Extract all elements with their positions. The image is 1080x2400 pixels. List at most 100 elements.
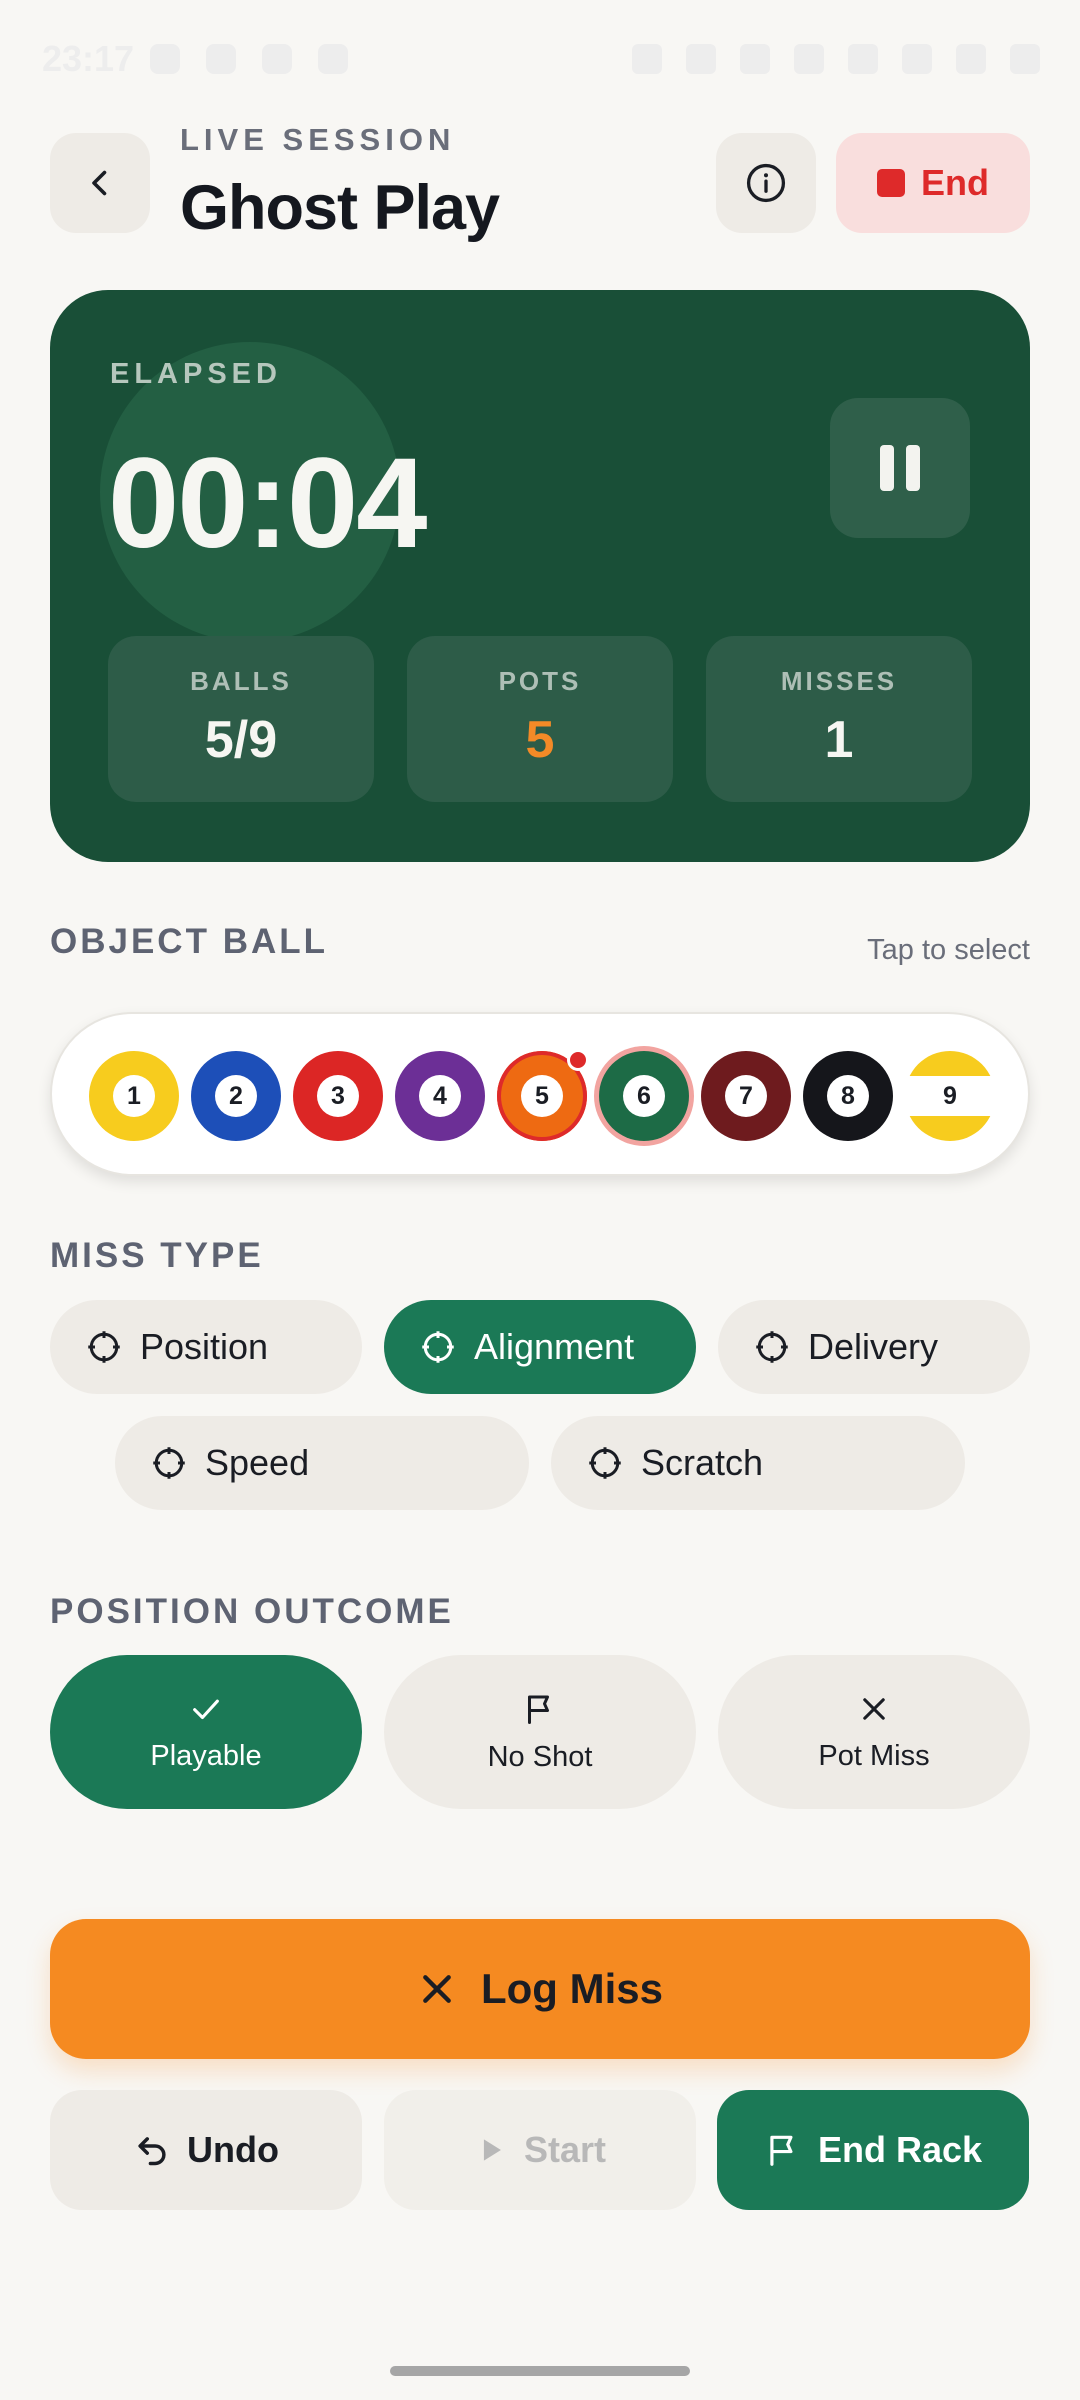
stat-label: MISSES [780,666,898,696]
shield-icon [206,44,236,74]
bluetooth-icon [794,44,824,74]
nfc-icon [686,44,716,74]
crosshair-icon [422,1331,454,1363]
ball-number: 1 [113,1075,155,1117]
ball-number: 6 [623,1075,665,1117]
ball-number: 4 [419,1075,461,1117]
status-time: 23:17 [42,38,135,79]
chip-label: Alignment [474,1326,635,1367]
info-button[interactable] [716,133,816,233]
outcome-label: No Shot [487,1740,593,1773]
end-session-button[interactable]: End [836,133,1030,233]
phone-icon [262,44,292,74]
outcome-label: Playable [150,1739,262,1772]
outcome-playable[interactable]: Playable [50,1655,362,1809]
play-icon [483,2139,501,2161]
crosshair-icon [589,1447,621,1479]
position-outcome-title: POSITION OUTCOME [50,1592,454,1631]
stat-misses: MISSES 1 [706,636,972,802]
mail-icon [318,44,348,74]
elapsed-label: ELAPSED [110,358,282,390]
stop-icon [877,169,905,197]
stat-label: POTS [498,666,582,696]
chip-position[interactable]: Position [50,1300,362,1394]
undo-button[interactable]: Undo [50,2090,362,2210]
crosshair-icon [756,1331,788,1363]
end-rack-label: End Rack [817,2129,983,2170]
miss-type-title: MISS TYPE [50,1236,264,1275]
signal-icon [956,44,986,74]
session-eyebrow: LIVE SESSION [180,122,456,157]
ball-6[interactable]: 6 [599,1051,689,1141]
log-miss-button[interactable]: Log Miss [50,1919,1030,2059]
chip-label: Position [140,1326,269,1367]
stat-value: 5 [525,711,555,769]
info-icon [746,163,786,203]
chevron-left-icon [92,170,107,196]
ball-2[interactable]: 2 [191,1051,281,1141]
wifi-icon [902,44,932,74]
ball-8[interactable]: 8 [803,1051,893,1141]
check-icon [193,1699,219,1719]
status-bar: 23:17 [0,0,1080,120]
ball-number: 3 [317,1075,359,1117]
chip-label: Delivery [808,1326,939,1367]
back-button[interactable] [50,133,150,233]
stat-value: 5/9 [204,711,278,769]
ball-3[interactable]: 3 [293,1051,383,1141]
elapsed-time: 00:04 [108,432,427,575]
chip-delivery[interactable]: Delivery [718,1300,1030,1394]
stat-pots: POTS 5 [407,636,673,802]
alarm-icon [632,44,662,74]
close-icon [423,1975,451,2003]
stat-value: 1 [824,711,854,769]
ball-number: 8 [827,1075,869,1117]
timer-card: ELAPSED 00:04 BALLS 5/9 POTS 5 MISSES 1 [50,290,1030,862]
crosshair-icon [153,1447,185,1479]
chip-label: Speed [205,1442,310,1483]
chip-speed[interactable]: Speed [115,1416,529,1510]
ball-7[interactable]: 7 [701,1051,791,1141]
flag-icon [770,2135,793,2166]
home-indicator[interactable] [390,2366,690,2376]
tap-hint: Tap to select [867,934,1030,966]
crosshair-icon [88,1331,120,1363]
pause-icon [880,445,894,491]
chip-label: Scratch [641,1442,764,1483]
chip-scratch[interactable]: Scratch [551,1416,965,1510]
start-button[interactable]: Start [384,2090,696,2210]
notification-icons [150,44,348,74]
undo-icon [138,2137,166,2166]
close-icon [863,1697,885,1720]
key-icon [740,44,770,74]
page-title: Ghost Play [180,173,500,243]
stat-balls: BALLS 5/9 [108,636,374,802]
potted-indicator [567,1049,589,1071]
log-miss-label: Log Miss [480,1965,663,2012]
ball-number: 9 [943,1081,957,1110]
ball-number: 7 [725,1075,767,1117]
outcome-no-shot[interactable]: No Shot [384,1655,696,1809]
system-icons [632,44,1040,74]
ball-number: 2 [215,1075,257,1117]
volte-icon [848,44,878,74]
ball-5[interactable]: 5 [497,1049,589,1141]
ball-number: 5 [521,1075,563,1117]
battery-icon [1010,44,1040,74]
end-rack-button[interactable]: End Rack [717,2090,1029,2210]
ball-selector: 1 2 3 4 5 6 7 8 9 [50,1012,1030,1176]
stat-label: BALLS [190,666,292,696]
end-label: End [921,162,989,203]
outcome-pot-miss[interactable]: Pot Miss [718,1655,1030,1809]
chip-alignment[interactable]: Alignment [384,1300,696,1394]
start-label: Start [523,2129,607,2170]
object-ball-title: OBJECT BALL [50,922,328,961]
undo-label: Undo [187,2129,279,2170]
pause-button[interactable] [830,398,970,538]
whatsapp-icon [150,44,180,74]
ball-1[interactable]: 1 [89,1051,179,1141]
flag-icon [528,1695,549,1724]
ball-4[interactable]: 4 [395,1051,485,1141]
ball-9[interactable]: 9 [905,1051,995,1141]
outcome-label: Pot Miss [818,1739,930,1772]
